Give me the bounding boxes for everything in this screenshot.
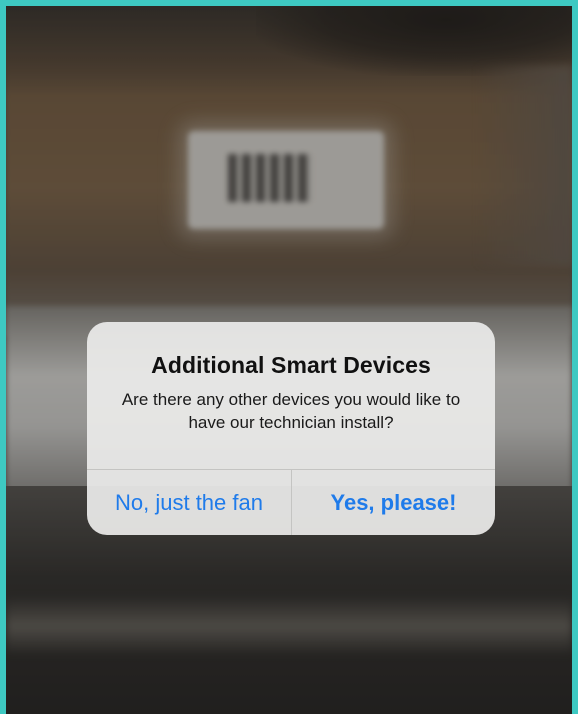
alert-dialog: Additional Smart Devices Are there any o…	[87, 322, 495, 535]
alert-content: Additional Smart Devices Are there any o…	[87, 322, 495, 469]
no-just-the-fan-button[interactable]: No, just the fan	[87, 470, 291, 535]
yes-please-button[interactable]: Yes, please!	[292, 470, 495, 535]
alert-title: Additional Smart Devices	[151, 352, 431, 378]
alert-message: Are there any other devices you would li…	[121, 390, 461, 432]
